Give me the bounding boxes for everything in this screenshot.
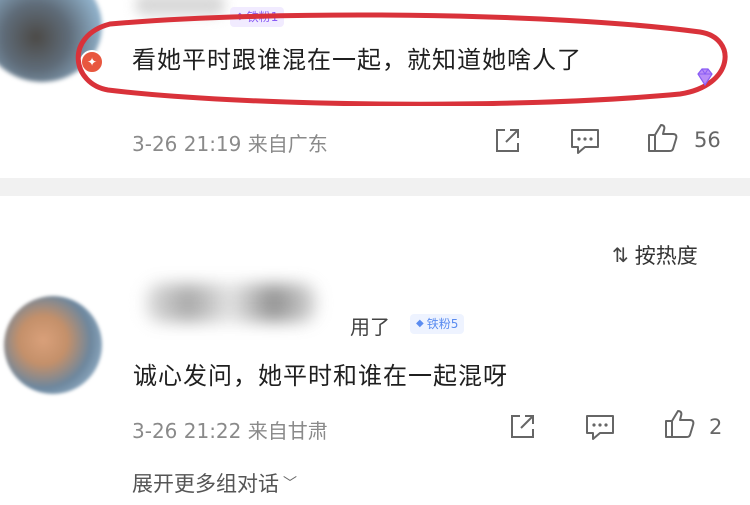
diamond-icon: ◆: [236, 11, 244, 22]
like-count: 56: [694, 128, 721, 152]
share-icon: [496, 129, 519, 152]
expand-thread-link[interactable]: 展开更多组对话 ﹀: [132, 468, 297, 498]
expand-thread-label: 展开更多组对话: [132, 472, 279, 496]
reply-button[interactable]: [583, 411, 617, 443]
fan-badge-label: 铁粉1: [246, 10, 279, 24]
share-button[interactable]: [505, 411, 539, 443]
fan-badge: ◆ 铁粉5: [410, 314, 465, 334]
thumbs-up-icon: [648, 124, 678, 152]
reply-button[interactable]: [568, 125, 602, 157]
sort-icon: ⇅: [612, 243, 629, 267]
comment-icon: [571, 129, 599, 154]
comment-time: 3-26 21:22: [132, 419, 242, 443]
avatar[interactable]: [4, 296, 102, 394]
like-button[interactable]: [662, 408, 696, 440]
comment-icon: [586, 415, 614, 440]
share-icon: [511, 415, 534, 438]
comment-time: 3-26 21:19: [132, 132, 242, 156]
comment-text: 诚心发问，她平时和谁在一起混呀: [133, 362, 508, 390]
verified-badge-icon: ✦: [80, 50, 104, 74]
blurred-username[interactable]: [146, 284, 316, 322]
comment-meta: 3-26 21:19 来自广东: [132, 128, 328, 157]
comment-location: 来自甘肃: [247, 419, 328, 443]
gem-icon: [697, 68, 713, 87]
like-button[interactable]: [645, 122, 679, 154]
fan-badge-label: 铁粉5: [426, 317, 459, 331]
blurred-username[interactable]: [135, 0, 225, 16]
chevron-down-icon: ﹀: [283, 476, 297, 492]
comment-location: 来自广东: [247, 132, 328, 156]
comment-text: 看她平时跟谁混在一起，就知道她啥人了: [132, 46, 582, 74]
sort-label: 按热度: [634, 244, 698, 268]
comment-meta: 3-26 21:22 来自甘肃: [132, 415, 328, 444]
share-button[interactable]: [490, 125, 524, 157]
sort-by-hot-button[interactable]: ⇅ 按热度: [612, 240, 698, 270]
fan-badge: ◆ 铁粉1: [230, 7, 285, 27]
section-divider: [0, 178, 750, 196]
thumbs-up-icon: [665, 410, 695, 438]
like-count: 2: [709, 415, 723, 439]
diamond-icon: ◆: [416, 318, 424, 329]
username-tail[interactable]: 用了: [350, 311, 390, 340]
